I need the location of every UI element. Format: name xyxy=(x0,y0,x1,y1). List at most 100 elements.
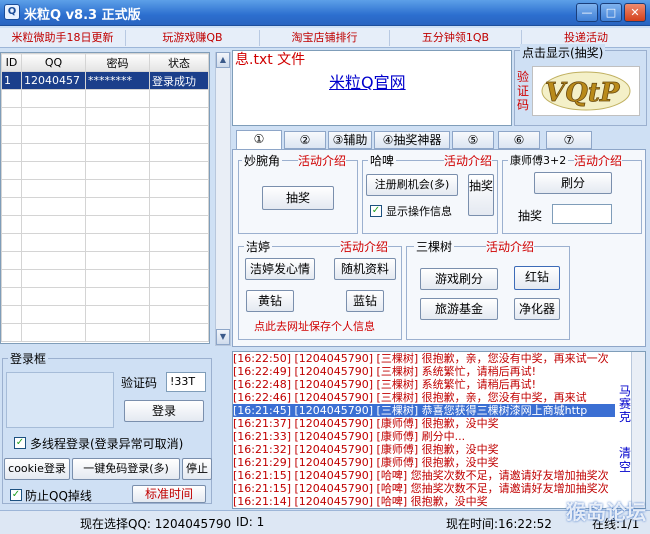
table-row[interactable] xyxy=(1,269,209,288)
table-row[interactable] xyxy=(1,107,209,126)
sankeshu-intro-link[interactable]: 活动介绍 xyxy=(486,238,535,255)
kangshifu-title: 康师傅3+2 xyxy=(508,152,569,168)
toplink-game-qb[interactable]: 玩游戏赚QB xyxy=(126,30,260,46)
free-login-button[interactable]: 一键免码登录(多) xyxy=(72,458,180,480)
official-site-link[interactable]: 米粒Q官网 xyxy=(329,69,406,93)
maximize-button[interactable]: □ xyxy=(600,3,622,22)
jieting-intro-link[interactable]: 活动介绍 xyxy=(340,238,389,255)
anti-drop-checkbox[interactable]: ✓ xyxy=(10,489,22,501)
status-id: ID: 1 xyxy=(236,515,265,529)
miaowanjiao-title: 妙腕角 xyxy=(242,152,283,169)
vertical-scrollbar[interactable]: ▲ ▼ xyxy=(215,52,231,346)
travel-fund-button[interactable]: 旅游基金 xyxy=(420,298,498,320)
scroll-up-icon[interactable]: ▲ xyxy=(216,52,230,68)
jieting-random-button[interactable]: 随机资料 xyxy=(334,258,396,280)
col-header-password[interactable]: 密码 xyxy=(85,53,150,72)
sankeshu-group xyxy=(406,246,570,340)
table-row[interactable] xyxy=(1,323,209,342)
scroll-down-icon[interactable]: ▼ xyxy=(216,329,230,345)
tab-2[interactable]: ② xyxy=(284,131,326,149)
captcha-group-label: 点击显示(抽奖) xyxy=(520,44,606,61)
table-row[interactable] xyxy=(1,233,209,252)
multi-thread-label: 多线程登录(登录异常可取消) xyxy=(30,437,184,451)
cell-password: ******** xyxy=(85,71,150,90)
miaowanjiao-lottery-button[interactable]: 抽奖 xyxy=(262,186,334,210)
haha-intro-link[interactable]: 活动介绍 xyxy=(444,152,493,169)
captcha-side-label: 验证码 xyxy=(517,70,530,112)
jieting-heart-button[interactable]: 洁婷发心情 xyxy=(245,258,315,280)
log-side-text: 克 xyxy=(619,410,632,424)
cell-qq: 12040457 xyxy=(21,71,86,90)
save-info-link[interactable]: 点此去网址保存个人信息 xyxy=(254,318,375,334)
col-header-status[interactable]: 状态 xyxy=(149,53,209,72)
status-current-qq: 现在选择QQ: 1204045790 xyxy=(80,517,232,531)
log-line: [16:22:48] [1204045790] [三棵树] 系统繁忙，请稍后再试… xyxy=(233,378,537,391)
cell-id: 1 xyxy=(1,71,22,90)
kangshifu-lottery-label: 抽奖 xyxy=(518,209,543,223)
table-row[interactable] xyxy=(1,215,209,234)
log-line: [16:21:33] [1204045790] [康师傅] 刷分中... xyxy=(233,430,466,443)
account-table[interactable]: ID QQ 密码 状态 1 12040457 ******** 登录成功 ◀ ▶ xyxy=(0,52,210,344)
yellow-diamond-button[interactable]: 黄钻 xyxy=(246,290,294,312)
captcha-label: 验证码 xyxy=(121,376,158,390)
table-header-row: ID QQ 密码 状态 xyxy=(1,53,209,72)
log-line: [16:22:49] [1204045790] [三棵树] 系统繁忙，请稍后再试… xyxy=(233,365,537,378)
captcha-image[interactable]: VQtP xyxy=(532,66,640,116)
table-row[interactable] xyxy=(1,287,209,306)
cookie-login-button[interactable]: cookie登录 xyxy=(4,458,70,480)
watermark-logo: 猴岛论坛 xyxy=(566,500,646,524)
cell-status: 登录成功 xyxy=(149,71,209,90)
table-row[interactable] xyxy=(1,143,209,162)
log-panel[interactable]: [16:22:50] [1204045790] [三棵树] 很抱歉，亲，您没有中… xyxy=(232,351,646,509)
captcha-image-text: VQtP xyxy=(545,78,621,108)
web-partial-text: 息.txt 文件 xyxy=(235,52,306,68)
log-line: [16:21:15] [1204045790] [哈啤] 您抽奖次数不足，请邀请… xyxy=(233,482,609,495)
table-row[interactable] xyxy=(1,161,209,180)
show-info-checkbox[interactable]: ✓ xyxy=(370,205,382,217)
multi-thread-checkbox[interactable]: ✓ xyxy=(14,437,26,449)
toplink-taobao[interactable]: 淘宝店铺排行 xyxy=(260,30,390,46)
table-row[interactable] xyxy=(1,197,209,216)
tab-1[interactable]: ① xyxy=(236,130,282,150)
table-row[interactable] xyxy=(1,251,209,270)
table-row[interactable] xyxy=(1,125,209,144)
web-view[interactable]: 息.txt 文件 米粒Q官网 xyxy=(232,50,512,126)
standard-time-button[interactable]: 标准时间 xyxy=(132,485,206,503)
captcha-input[interactable]: !33T xyxy=(166,372,206,392)
log-line: [16:22:46] [1204045790] [三棵树] 很抱歉，亲，您没有中… xyxy=(233,391,587,404)
anti-drop-label: 防止QQ掉线 xyxy=(25,489,92,503)
log-line: [16:21:29] [1204045790] [康师傅] 很抱歉，没中奖 xyxy=(233,456,499,469)
miaowanjiao-intro-link[interactable]: 活动介绍 xyxy=(298,152,347,169)
haha-register-button[interactable]: 注册刷机会(多) xyxy=(366,174,458,196)
tab-4-lottery[interactable]: ④抽奖神器 xyxy=(374,131,450,149)
tab-3-assist[interactable]: ③辅助 xyxy=(328,131,372,149)
kangshifu-intro-link[interactable]: 活动介绍 xyxy=(574,152,623,169)
game-refresh-button[interactable]: 游戏刷分 xyxy=(420,268,498,290)
minimize-button[interactable]: — xyxy=(576,3,598,22)
purifier-button[interactable]: 净化器 xyxy=(514,298,560,320)
tab-7[interactable]: ⑦ xyxy=(546,131,592,149)
table-row[interactable] xyxy=(1,305,209,324)
stop-button[interactable]: 停止 xyxy=(182,458,212,480)
captcha-image-graphic: VQtP xyxy=(541,71,631,111)
login-button[interactable]: 登录 xyxy=(124,400,204,422)
kangshifu-lottery-input[interactable] xyxy=(552,204,612,224)
log-line: [16:21:32] [1204045790] [康师傅] 很抱歉，没中奖 xyxy=(233,443,499,456)
toplink-free-qb[interactable]: 五分钟领1QB xyxy=(390,30,522,46)
tab-5[interactable]: ⑤ xyxy=(452,131,494,149)
red-diamond-button[interactable]: 红钻 xyxy=(514,266,560,290)
col-header-id[interactable]: ID xyxy=(1,53,22,72)
log-line: [16:22:50] [1204045790] [三棵树] 很抱歉，亲，您没有中… xyxy=(233,352,609,365)
table-row[interactable] xyxy=(1,179,209,198)
tab-6[interactable]: ⑥ xyxy=(498,131,540,149)
col-header-qq[interactable]: QQ xyxy=(21,53,86,72)
table-row[interactable] xyxy=(1,89,209,108)
toplink-update[interactable]: 米粒微助手18日更新 xyxy=(0,30,126,46)
blue-diamond-button[interactable]: 蓝钻 xyxy=(346,290,384,312)
haha-lottery-button[interactable]: 抽奖 xyxy=(468,174,494,216)
close-button[interactable]: ✕ xyxy=(624,3,646,22)
app-logo-icon: Q xyxy=(4,4,20,20)
kangshifu-refresh-button[interactable]: 刷分 xyxy=(534,172,612,194)
log-scrollbar[interactable] xyxy=(631,352,645,508)
table-row[interactable]: 1 12040457 ******** 登录成功 xyxy=(1,71,209,90)
